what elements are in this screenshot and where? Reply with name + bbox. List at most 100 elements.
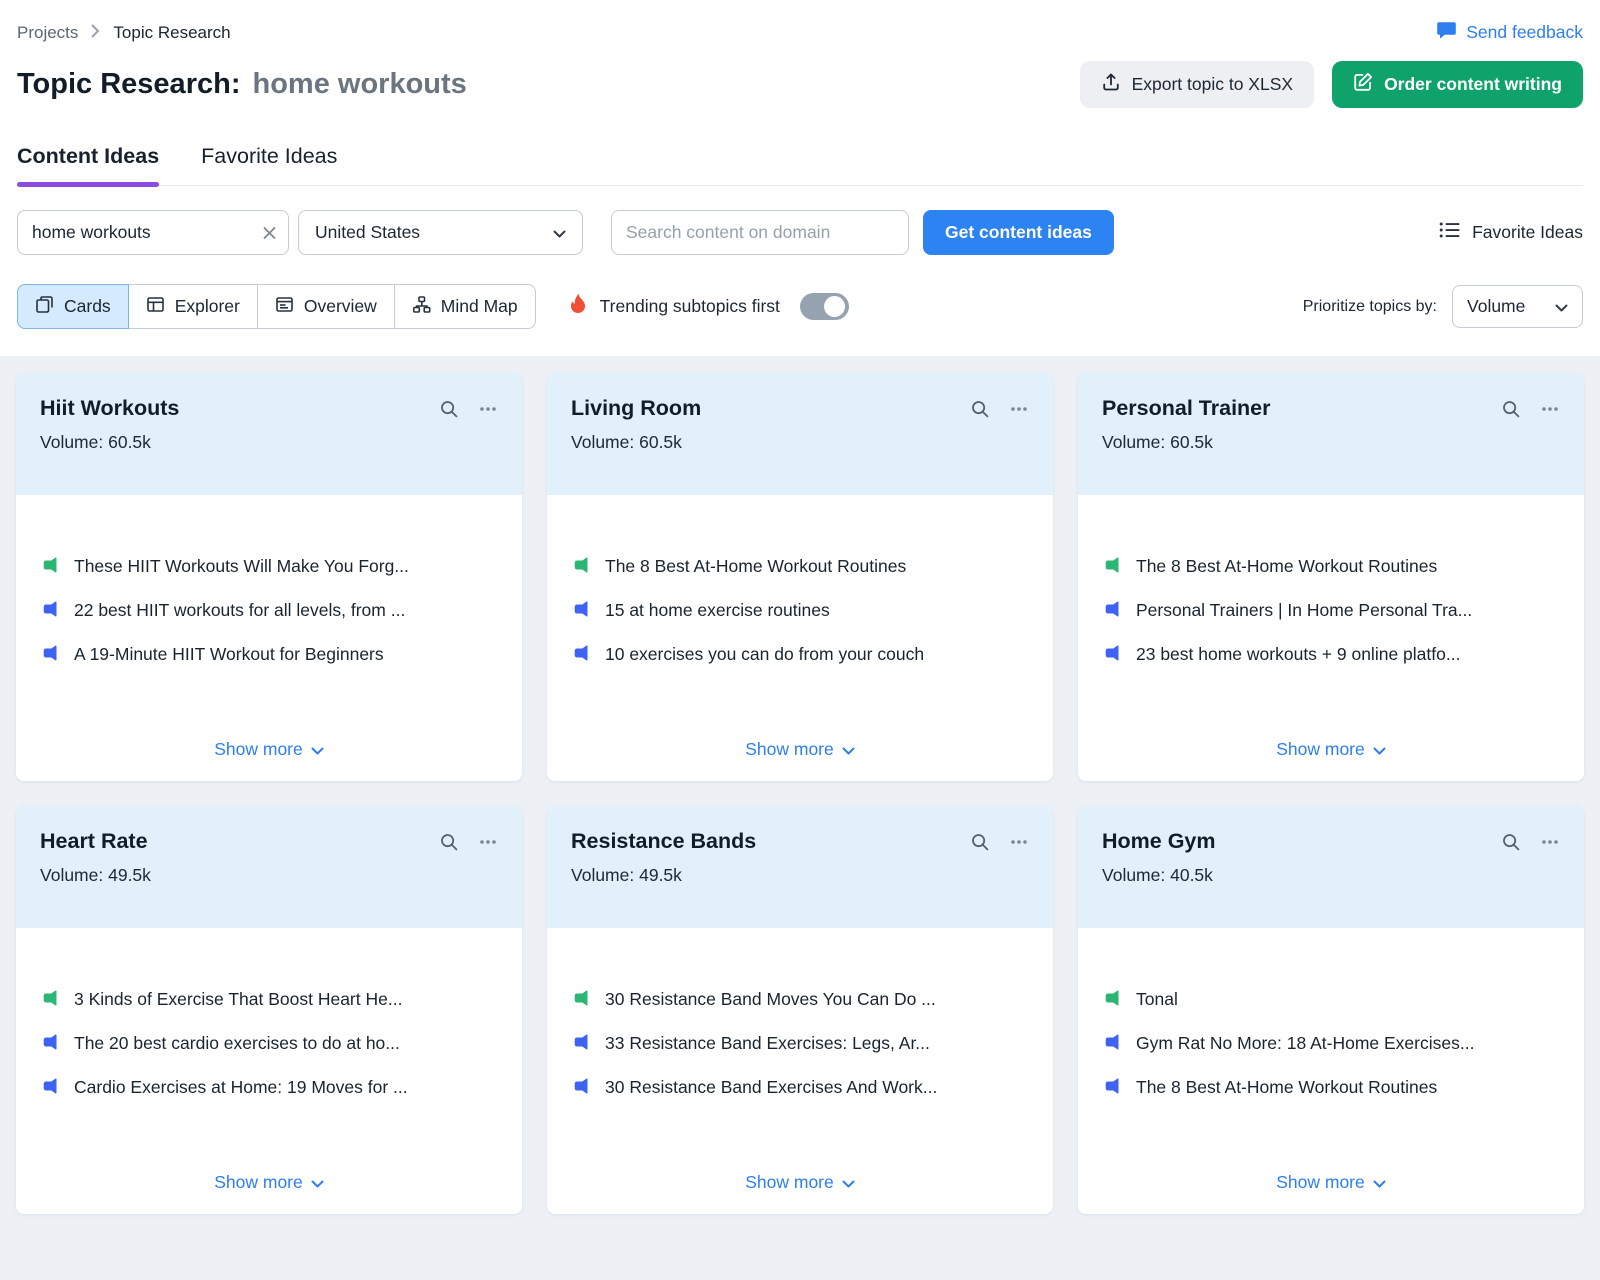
prioritize-select[interactable]: Volume	[1452, 285, 1583, 328]
get-content-ideas-button[interactable]: Get content ideas	[923, 210, 1114, 255]
topic-card: Resistance Bands Volume: 49.5k 30 Resist…	[547, 806, 1053, 1214]
idea-item[interactable]: Cardio Exercises at Home: 19 Moves for .…	[41, 1077, 497, 1099]
view-explorer-label: Explorer	[175, 296, 240, 317]
topic-volume: Volume: 40.5k	[1102, 865, 1216, 886]
show-more-button[interactable]: Show more	[572, 1172, 1028, 1193]
chevron-down-icon	[1373, 739, 1386, 760]
topic-card-header-text: Living Room Volume: 60.5k	[571, 396, 701, 453]
idea-item[interactable]: 10 exercises you can do from your couch	[572, 644, 1028, 666]
topic-card-header: Living Room Volume: 60.5k	[547, 373, 1053, 495]
idea-item[interactable]: 30 Resistance Band Exercises And Work...	[572, 1077, 1028, 1099]
cards-view-icon	[35, 295, 54, 319]
idea-item[interactable]: These HIIT Workouts Will Make You Forg..…	[41, 556, 497, 578]
search-icon[interactable]	[439, 399, 459, 419]
megaphone-icon	[572, 600, 590, 618]
topic-card-actions	[970, 829, 1029, 852]
idea-item[interactable]: A 19-Minute HIIT Workout for Beginners	[41, 644, 497, 666]
topic-card-body: The 8 Best At-Home Workout Routines Pers…	[1078, 495, 1584, 781]
idea-text: A 19-Minute HIIT Workout for Beginners	[74, 644, 384, 666]
country-select[interactable]: United States	[298, 210, 583, 255]
chevron-down-icon	[311, 1172, 324, 1193]
order-content-writing-button[interactable]: Order content writing	[1332, 61, 1583, 108]
clear-query-icon[interactable]	[263, 226, 276, 239]
domain-search-input[interactable]	[611, 210, 909, 255]
ellipsis-menu-icon[interactable]	[1540, 399, 1560, 419]
topic-volume: Volume: 60.5k	[40, 432, 179, 453]
topic-volume: Volume: 49.5k	[40, 865, 151, 886]
topic-volume: Volume: 60.5k	[571, 432, 701, 453]
idea-text: Cardio Exercises at Home: 19 Moves for .…	[74, 1077, 408, 1099]
show-more-button[interactable]: Show more	[41, 1172, 497, 1193]
cards-grid: Hiit Workouts Volume: 60.5k These HIIT W…	[0, 356, 1600, 1280]
show-more-button[interactable]: Show more	[41, 739, 497, 760]
idea-item[interactable]: 33 Resistance Band Exercises: Legs, Ar..…	[572, 1033, 1028, 1055]
topic-card-header: Hiit Workouts Volume: 60.5k	[16, 373, 522, 495]
export-icon	[1101, 72, 1121, 97]
topic-research-page: Projects Topic Research Send feedback To…	[0, 0, 1600, 1280]
view-overview-label: Overview	[304, 296, 377, 317]
idea-item[interactable]: 22 best HIIT workouts for all levels, fr…	[41, 600, 497, 622]
idea-list: The 8 Best At-Home Workout Routines Pers…	[1103, 556, 1559, 688]
ellipsis-menu-icon[interactable]	[1540, 832, 1560, 852]
idea-item[interactable]: Personal Trainers | In Home Personal Tra…	[1103, 600, 1559, 622]
idea-item[interactable]: 15 at home exercise routines	[572, 600, 1028, 622]
idea-item[interactable]: The 8 Best At-Home Workout Routines	[1103, 1077, 1559, 1099]
search-icon[interactable]	[970, 399, 990, 419]
megaphone-icon	[572, 556, 590, 574]
idea-item[interactable]: 3 Kinds of Exercise That Boost Heart He.…	[41, 989, 497, 1011]
view-overview-button[interactable]: Overview	[257, 284, 395, 329]
toggle-knob	[824, 296, 845, 317]
page-title-prefix: Topic Research:	[17, 68, 240, 100]
idea-text: 3 Kinds of Exercise That Boost Heart He.…	[74, 989, 402, 1011]
idea-text: These HIIT Workouts Will Make You Forg..…	[74, 556, 409, 578]
megaphone-icon	[41, 644, 59, 662]
chevron-down-icon	[842, 1172, 855, 1193]
idea-item[interactable]: Tonal	[1103, 989, 1559, 1011]
trending-toggle[interactable]	[800, 293, 849, 320]
view-mindmap-button[interactable]: Mind Map	[394, 284, 536, 329]
topic-volume: Volume: 49.5k	[571, 865, 756, 886]
volume-label: Volume:	[40, 865, 103, 885]
send-feedback-link[interactable]: Send feedback	[1436, 20, 1583, 45]
tab-content-ideas[interactable]: Content Ideas	[17, 144, 159, 185]
title-row: Topic Research:home workouts Export topi…	[17, 61, 1583, 108]
topic-card-header-text: Hiit Workouts Volume: 60.5k	[40, 396, 179, 453]
topic-query-input[interactable]	[17, 210, 289, 255]
breadcrumb-projects[interactable]: Projects	[17, 23, 78, 43]
topic-card-actions	[1501, 829, 1560, 852]
idea-item[interactable]: Gym Rat No More: 18 At-Home Exercises...	[1103, 1033, 1559, 1055]
idea-item[interactable]: The 8 Best At-Home Workout Routines	[1103, 556, 1559, 578]
show-more-button[interactable]: Show more	[1103, 739, 1559, 760]
favorite-ideas-link[interactable]: Favorite Ideas	[1439, 221, 1583, 244]
megaphone-icon	[1103, 600, 1121, 618]
show-more-button[interactable]: Show more	[1103, 1172, 1559, 1193]
tab-favorite-ideas[interactable]: Favorite Ideas	[201, 144, 337, 185]
idea-text: 23 best home workouts + 9 online platfo.…	[1136, 644, 1460, 666]
view-switcher: Cards Explorer Overview Mind Map	[17, 284, 536, 329]
view-explorer-button[interactable]: Explorer	[128, 284, 258, 329]
idea-item[interactable]: 30 Resistance Band Moves You Can Do ...	[572, 989, 1028, 1011]
idea-list: Tonal Gym Rat No More: 18 At-Home Exerci…	[1103, 989, 1559, 1121]
country-select-value: United States	[315, 222, 420, 243]
search-icon[interactable]	[1501, 832, 1521, 852]
idea-text: The 8 Best At-Home Workout Routines	[1136, 1077, 1437, 1099]
volume-label: Volume:	[40, 432, 103, 452]
idea-item[interactable]: The 8 Best At-Home Workout Routines	[572, 556, 1028, 578]
export-xlsx-button[interactable]: Export topic to XLSX	[1080, 61, 1314, 108]
ellipsis-menu-icon[interactable]	[478, 399, 498, 419]
chevron-down-icon	[311, 739, 324, 760]
megaphone-icon	[1103, 989, 1121, 1007]
idea-item[interactable]: The 20 best cardio exercises to do at ho…	[41, 1033, 497, 1055]
ellipsis-menu-icon[interactable]	[1009, 399, 1029, 419]
search-icon[interactable]	[970, 832, 990, 852]
view-cards-button[interactable]: Cards	[17, 284, 129, 329]
ellipsis-menu-icon[interactable]	[1009, 832, 1029, 852]
megaphone-icon	[41, 600, 59, 618]
show-more-label: Show more	[745, 1172, 834, 1193]
search-icon[interactable]	[439, 832, 459, 852]
idea-item[interactable]: 23 best home workouts + 9 online platfo.…	[1103, 644, 1559, 666]
search-icon[interactable]	[1501, 399, 1521, 419]
ellipsis-menu-icon[interactable]	[478, 832, 498, 852]
idea-text: 30 Resistance Band Moves You Can Do ...	[605, 989, 936, 1011]
show-more-button[interactable]: Show more	[572, 739, 1028, 760]
